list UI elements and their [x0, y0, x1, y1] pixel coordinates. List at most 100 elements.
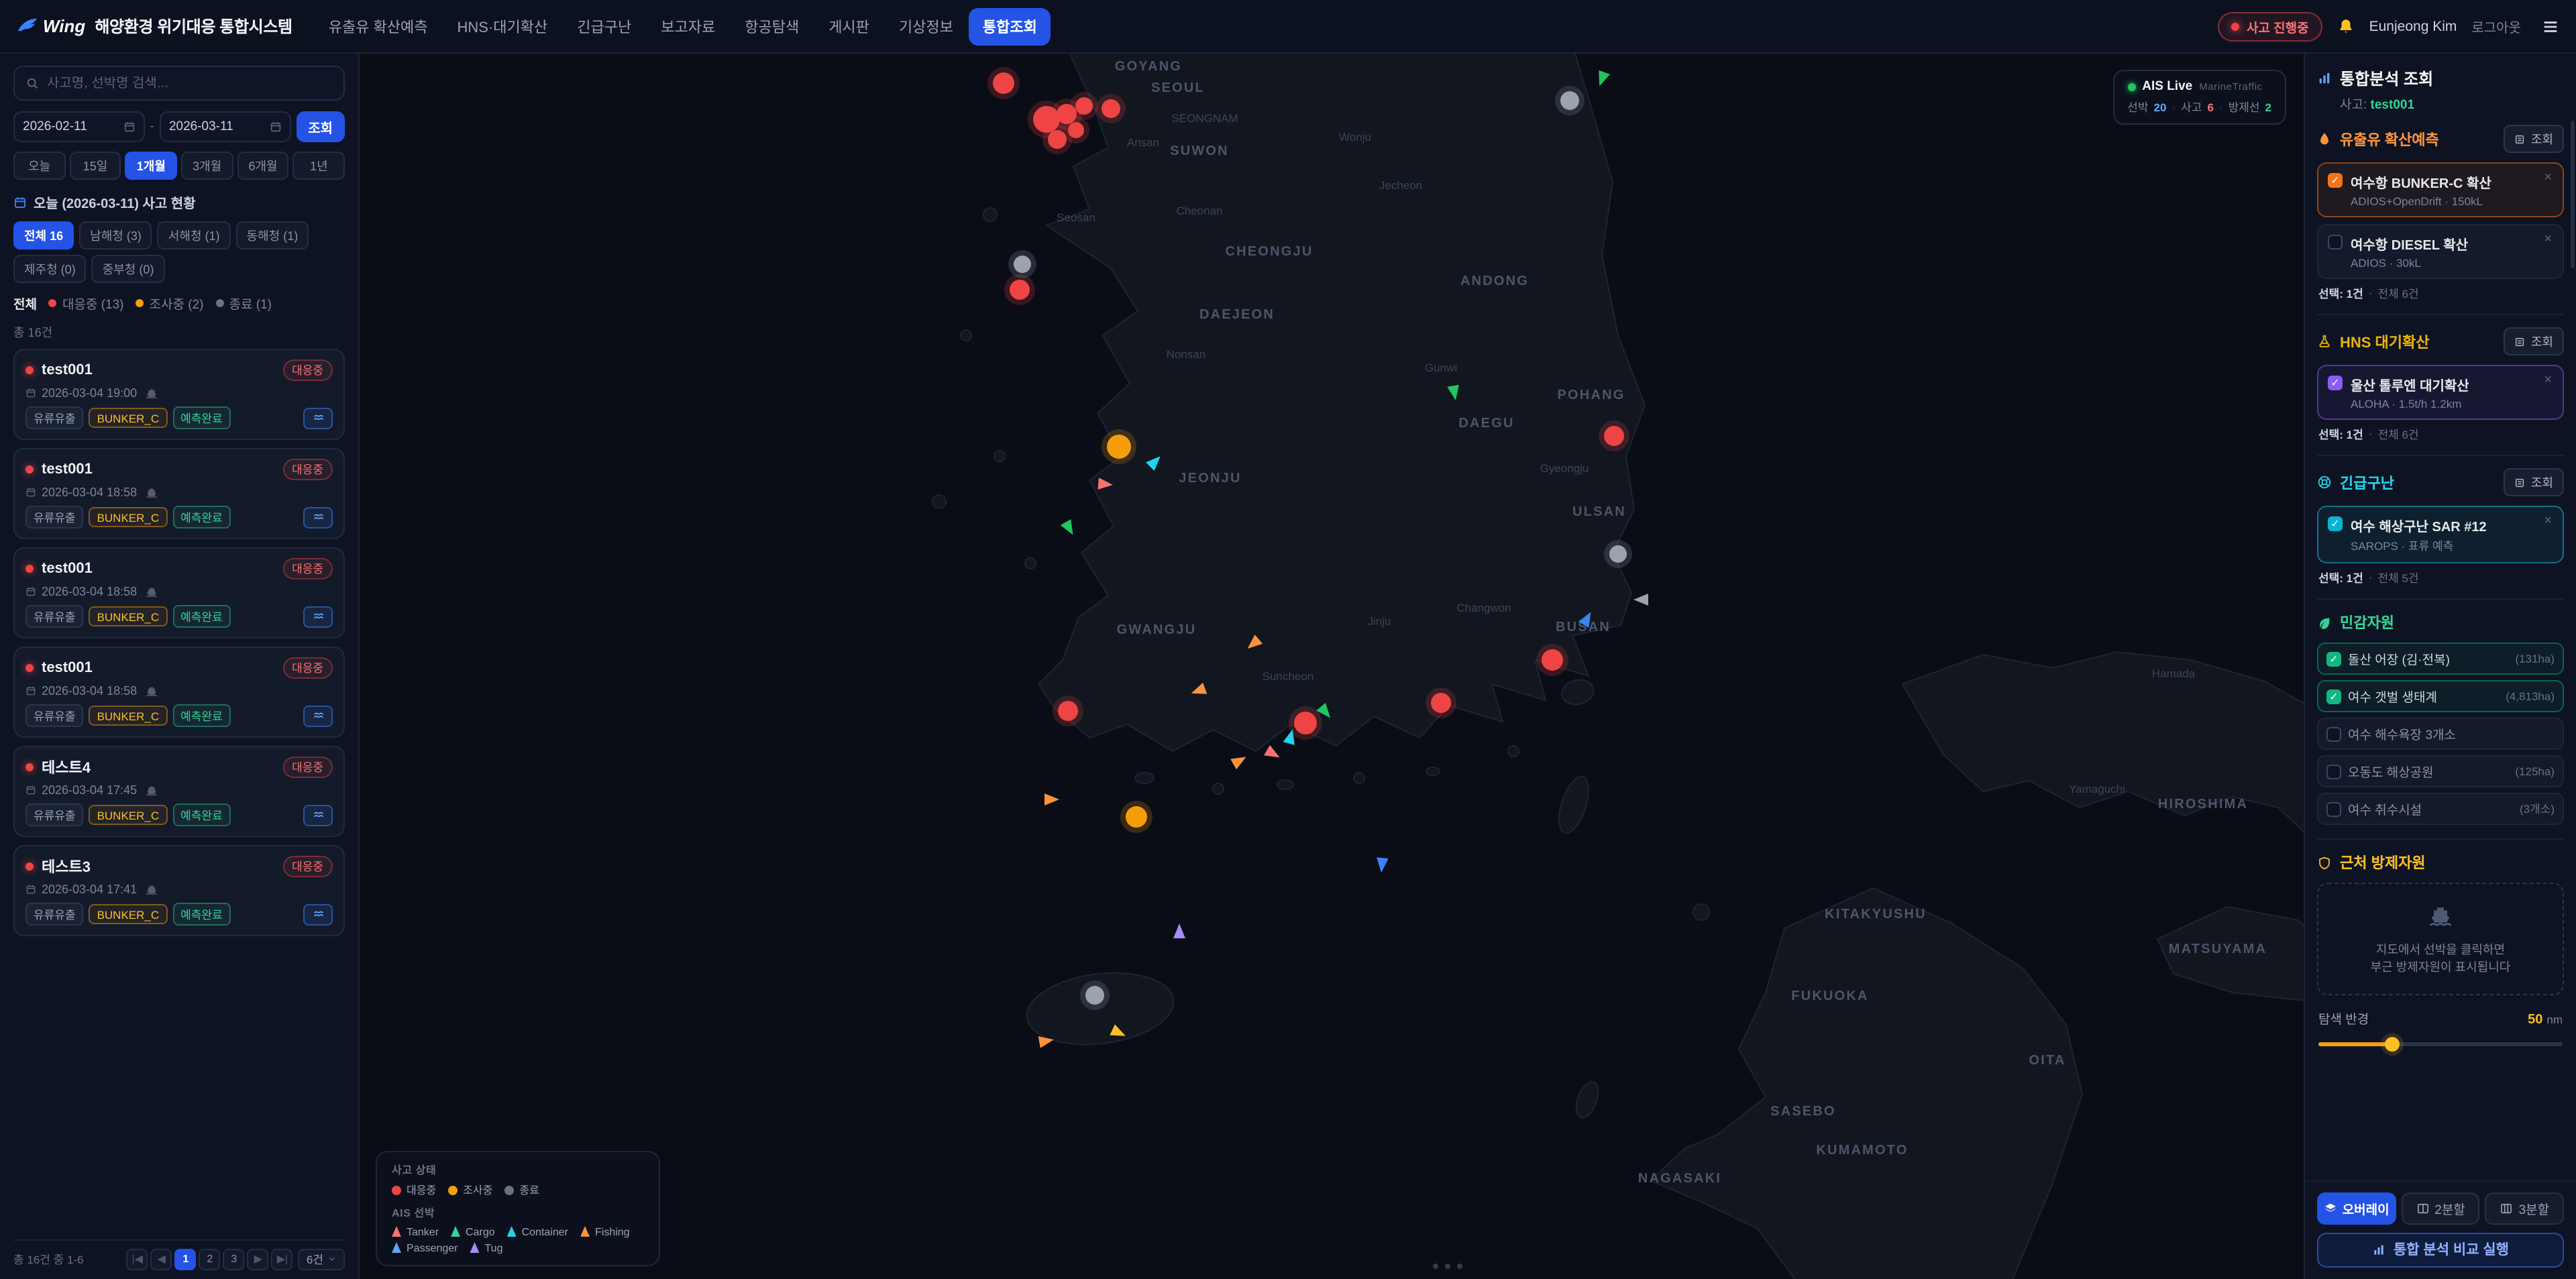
analysis-item-card[interactable]: ✓울산 톨루엔 대기확산ALOHA · 1.5t/h 1.2km×: [2317, 365, 2564, 420]
view-mode-button[interactable]: 3분할: [2485, 1192, 2564, 1224]
incident-list[interactable]: test001대응중2026-03-04 19:00유류유출BUNKER_C예측…: [13, 349, 345, 1239]
pagination-nav-button[interactable]: ◀: [151, 1248, 172, 1270]
ship-marker[interactable]: [1264, 745, 1283, 763]
view-mode-button[interactable]: 오버레이: [2317, 1192, 2396, 1224]
slider-knob[interactable]: [2384, 1036, 2399, 1051]
region-filter-button[interactable]: 남해청 (3): [79, 221, 152, 249]
region-filter-button[interactable]: 서해청 (1): [158, 221, 231, 249]
incident-card[interactable]: test001대응중2026-03-04 18:58유류유출BUNKER_C예측…: [13, 448, 345, 539]
incident-card[interactable]: 테스트4대응중2026-03-04 17:45유류유출BUNKER_C예측완료: [13, 746, 345, 837]
map[interactable]: GOYANGSEOULSEONGNAMAnsanSUWONWonjuJecheo…: [360, 54, 2304, 1279]
nav-item[interactable]: 유출유 확산예측: [315, 7, 441, 45]
checkbox[interactable]: [2326, 802, 2341, 817]
pagination-page-button[interactable]: 1: [175, 1248, 197, 1270]
date-from-input[interactable]: 2026-02-11: [13, 111, 144, 142]
ship-marker[interactable]: [1173, 924, 1185, 938]
incident-map-button[interactable]: [303, 804, 333, 826]
incident-card[interactable]: test001대응중2026-03-04 19:00유류유출BUNKER_C예측…: [13, 349, 345, 440]
analysis-item-card[interactable]: ✓여수 해상구난 SAR #12SAROPS · 표류 예측×: [2317, 506, 2564, 563]
nav-item[interactable]: HNS·대기확산: [444, 7, 561, 45]
close-icon[interactable]: ×: [2542, 233, 2553, 247]
range-button[interactable]: 오늘: [13, 152, 65, 180]
incident-map-button[interactable]: [303, 903, 333, 925]
checkbox[interactable]: [2328, 235, 2343, 249]
incident-marker[interactable]: [1068, 122, 1084, 138]
region-filter-button[interactable]: 제주청 (0): [13, 255, 87, 283]
ship-marker[interactable]: [1375, 857, 1389, 873]
ship-marker[interactable]: [1189, 683, 1208, 699]
search-box[interactable]: [13, 66, 345, 101]
checkbox[interactable]: ✓: [2328, 516, 2343, 531]
close-icon[interactable]: ×: [2542, 374, 2553, 388]
incident-marker[interactable]: [1033, 106, 1060, 133]
ship-marker[interactable]: [1061, 519, 1079, 538]
section-query-button[interactable]: 조회: [2504, 468, 2564, 496]
nav-item[interactable]: 통합조회: [969, 7, 1051, 45]
logout-button[interactable]: 로그아웃: [2471, 16, 2521, 36]
radius-slider[interactable]: [2318, 1035, 2563, 1052]
status-filter[interactable]: 대응중 (13): [49, 294, 124, 313]
ship-marker[interactable]: [1044, 793, 1059, 805]
incident-marker[interactable]: [1102, 99, 1120, 118]
range-button[interactable]: 1개월: [125, 152, 177, 180]
checkbox[interactable]: [2326, 765, 2341, 779]
date-to-input[interactable]: 2026-03-11: [160, 111, 290, 142]
range-button[interactable]: 15일: [69, 152, 121, 180]
status-filter[interactable]: 조사중 (2): [136, 294, 204, 313]
incident-marker[interactable]: [1609, 545, 1627, 563]
resource-item[interactable]: ✓돌산 어장 (김·전복)(131ha): [2317, 643, 2564, 675]
section-query-button[interactable]: 조회: [2504, 327, 2564, 355]
ship-marker[interactable]: [1447, 385, 1462, 402]
incident-map-button[interactable]: [303, 506, 333, 528]
incident-marker[interactable]: [1048, 130, 1067, 149]
incident-map-button[interactable]: [303, 705, 333, 726]
bell-icon[interactable]: [2337, 17, 2355, 35]
incident-marker[interactable]: [1085, 986, 1104, 1005]
nav-item[interactable]: 기상정보: [885, 7, 967, 45]
panel-scrollbar[interactable]: [2571, 121, 2575, 268]
incident-marker[interactable]: [1057, 104, 1077, 124]
ship-marker[interactable]: [1633, 594, 1648, 606]
incident-marker[interactable]: [1126, 806, 1147, 828]
analysis-item-card[interactable]: 여수항 DIESEL 확산ADIOS · 30kL×: [2317, 224, 2564, 279]
ship-marker[interactable]: [1316, 703, 1335, 722]
ship-marker[interactable]: [1244, 634, 1263, 653]
incident-marker[interactable]: [1560, 91, 1579, 110]
region-filter-button[interactable]: 전체 16: [13, 221, 74, 249]
ship-marker[interactable]: [1578, 609, 1597, 628]
ship-marker[interactable]: [1146, 452, 1165, 471]
close-icon[interactable]: ×: [2542, 515, 2553, 529]
ship-marker[interactable]: [1038, 1034, 1055, 1048]
checkbox[interactable]: ✓: [2326, 652, 2341, 667]
ship-marker[interactable]: [1594, 70, 1610, 89]
incident-card[interactable]: test001대응중2026-03-04 18:58유류유출BUNKER_C예측…: [13, 547, 345, 638]
incident-marker[interactable]: [1010, 280, 1030, 300]
pagination-page-button[interactable]: 2: [199, 1248, 221, 1270]
incident-marker[interactable]: [1604, 426, 1624, 446]
range-button[interactable]: 1년: [293, 152, 345, 180]
status-filter[interactable]: 종료 (1): [215, 294, 271, 313]
incident-marker[interactable]: [1431, 693, 1451, 713]
incident-map-button[interactable]: [303, 606, 333, 627]
ship-marker[interactable]: [1097, 478, 1113, 491]
resource-item[interactable]: 여수 취수시설(3개소): [2317, 793, 2564, 825]
ship-marker[interactable]: [1110, 1024, 1128, 1042]
analysis-item-card[interactable]: ✓여수항 BUNKER-C 확산ADIOS+OpenDrift · 150kL×: [2317, 162, 2564, 217]
search-input[interactable]: [47, 76, 333, 91]
nav-item[interactable]: 게시판: [815, 7, 883, 45]
checkbox[interactable]: ✓: [2326, 689, 2341, 704]
menu-icon[interactable]: [2541, 17, 2560, 36]
incident-marker[interactable]: [1294, 712, 1317, 734]
pagination-nav-button[interactable]: ▶: [248, 1248, 269, 1270]
ship-marker[interactable]: [1230, 752, 1249, 770]
run-analysis-button[interactable]: 통합 분석 비교 실행: [2317, 1232, 2564, 1267]
range-button[interactable]: 6개월: [237, 152, 288, 180]
pagination-nav-button[interactable]: |◀: [127, 1248, 148, 1270]
incident-marker[interactable]: [1075, 97, 1093, 115]
panel-scroll[interactable]: 통합분석 조회 사고: test001 유출유 확산예측조회✓여수항 BUNKE…: [2305, 54, 2576, 1180]
incident-map-button[interactable]: [303, 407, 333, 429]
checkbox[interactable]: [2326, 727, 2341, 742]
close-icon[interactable]: ×: [2542, 172, 2553, 185]
page-size-select[interactable]: 6건: [299, 1248, 345, 1270]
incident-card[interactable]: test001대응중2026-03-04 18:58유류유출BUNKER_C예측…: [13, 647, 345, 738]
